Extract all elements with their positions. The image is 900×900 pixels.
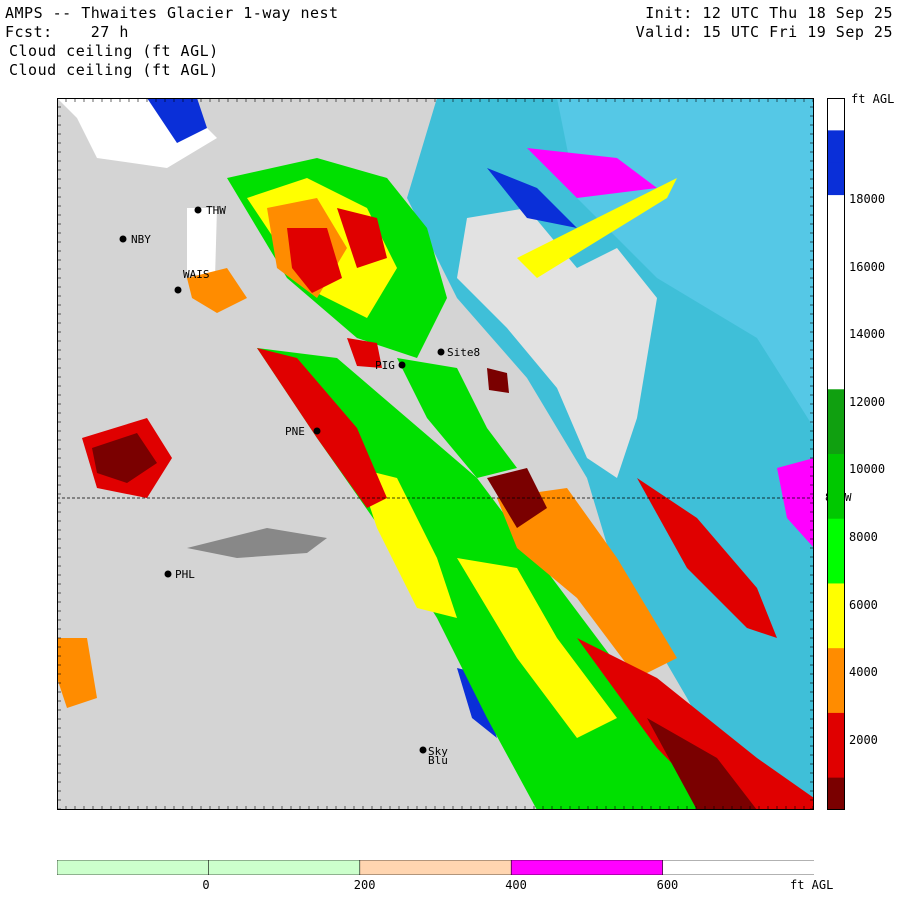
colorbar-segment — [827, 680, 845, 714]
colorbar-tick-label: 16000 — [849, 259, 886, 274]
fcst-label: Fcst: — [5, 23, 53, 41]
bottom-colorbar-segment — [662, 860, 814, 875]
colorbar-segment — [827, 356, 845, 390]
colorbar-tick-label: 10000 — [849, 462, 886, 477]
colorbar-tick-label: 18000 — [849, 192, 886, 206]
bottom-colorbar — [57, 860, 814, 875]
colorbar-segment — [827, 292, 845, 326]
field-name-2: Cloud ceiling (ft AGL) — [9, 61, 219, 79]
station-label-nby: NBY — [131, 233, 151, 246]
station-label-site8: Site8 — [447, 346, 480, 359]
station-label-thw: THW — [206, 204, 226, 217]
field-name-1: Cloud ceiling (ft AGL) — [9, 42, 219, 60]
init-time: Init: 12 UTC Thu 18 Sep 25 — [645, 4, 893, 22]
station-label-pig: PIG — [375, 359, 395, 372]
bottom-colorbar-tick-label: 600 — [656, 878, 679, 892]
colorbar-segment — [827, 583, 845, 617]
colorbar-segment — [827, 518, 845, 552]
colorbar-tick-label: 2000 — [849, 732, 878, 747]
colorbar-segment — [827, 130, 845, 164]
colorbar-segment — [827, 324, 845, 358]
colorbar-segment — [827, 162, 845, 196]
fcst-value: 27 h — [90, 23, 129, 41]
bottom-colorbar-tick-label: 200 — [353, 878, 376, 892]
colorbar-tick-label: 8000 — [849, 530, 878, 544]
bottom-colorbar-segment — [510, 860, 664, 875]
colorbar-tick-label: 12000 — [849, 394, 886, 409]
colorbar-unit: ft AGL — [851, 92, 895, 106]
colorbar-segment — [827, 745, 845, 779]
colorbar-segment — [827, 615, 845, 649]
bottom-colorbar-segment — [57, 860, 210, 875]
station-label-pne: PNE — [285, 425, 305, 438]
colorbar-segment — [827, 227, 845, 261]
bottom-colorbar-segment — [208, 860, 361, 875]
colorbar-segment — [827, 259, 845, 293]
valid-time: Valid: 15 UTC Fri 19 Sep 25 — [635, 23, 893, 41]
colorbar-tick-label: 4000 — [849, 665, 878, 680]
colorbar-segment — [827, 777, 845, 810]
map-panel: THW NBY WAIS PIG Site8 PNE PHL Sky Blu — [57, 98, 814, 810]
colorbar-segment — [827, 486, 845, 520]
colorbar-segment — [827, 98, 845, 131]
colorbar — [827, 98, 845, 810]
colorbar-segment — [827, 454, 845, 487]
colorbar-segment — [827, 389, 845, 423]
colorbar-segment — [827, 421, 845, 455]
colorbar-segment — [827, 712, 845, 746]
bottom-colorbar-tick-label: 0 — [202, 878, 210, 892]
colorbar-tick-label: 14000 — [849, 327, 886, 342]
bottom-colorbar-segment — [359, 860, 512, 875]
bottom-colorbar-tick-label: 400 — [505, 878, 527, 892]
colorbar-segment — [827, 648, 845, 682]
station-label-wais: WAIS — [183, 268, 210, 281]
forecast-hour: Fcst: 27 h — [5, 23, 129, 42]
station-label-phl: PHL — [175, 568, 195, 581]
colorbar-segment — [827, 195, 845, 228]
chart-title: AMPS -- Thwaites Glacier 1-way nest — [5, 4, 339, 22]
colorbar-tick-label: 6000 — [849, 597, 878, 612]
bottom-colorbar-unit: ft AGL — [790, 878, 834, 892]
colorbar-segment — [827, 551, 845, 584]
station-label-skyblu-2: Blu — [428, 754, 448, 767]
